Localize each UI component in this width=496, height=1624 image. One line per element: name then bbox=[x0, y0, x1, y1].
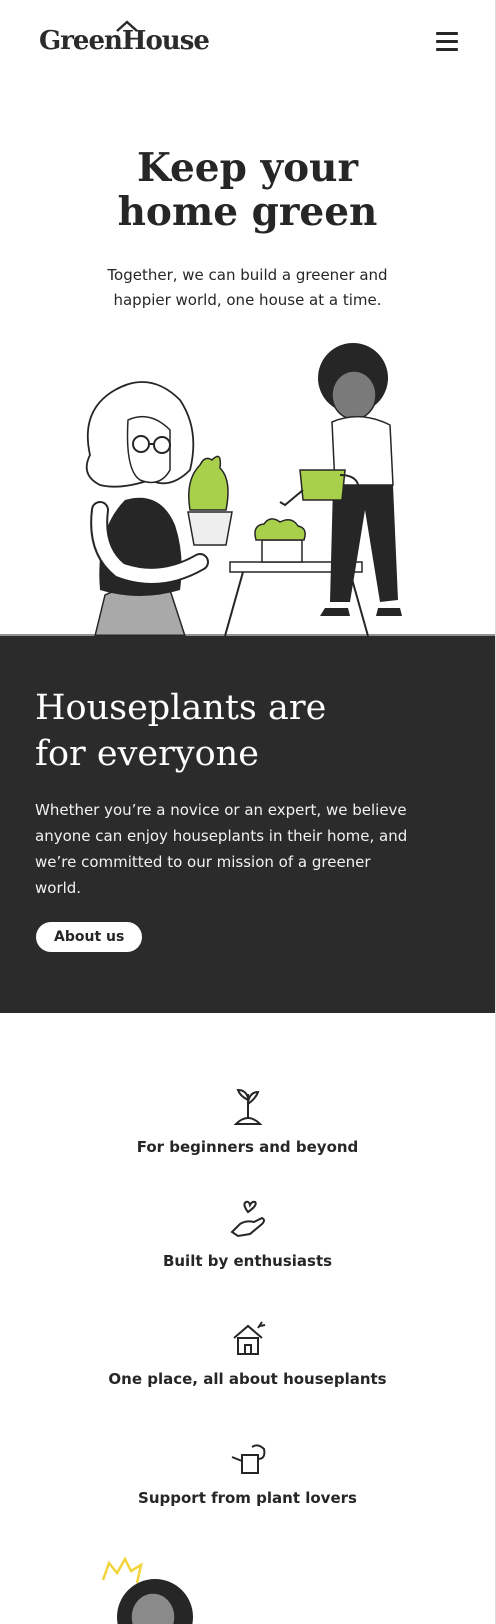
hero-subtitle-line2: happier world, one house at a time. bbox=[113, 291, 382, 309]
house-plant-icon bbox=[232, 1321, 265, 1355]
hero-title-line2: home green bbox=[117, 189, 378, 235]
watering-can-icon bbox=[231, 1444, 265, 1474]
hero-illustration bbox=[0, 343, 495, 636]
about-body: Whether you’re a novice or an expert, we… bbox=[35, 801, 408, 897]
heart-hand-icon bbox=[229, 1200, 265, 1238]
hero-subtitle-line1: Together, we can build a greener and bbox=[107, 266, 388, 284]
feature-label: One place, all about houseplants bbox=[108, 1370, 387, 1388]
hero-title-line1: Keep your bbox=[136, 145, 359, 191]
feature-beginners: For beginners and beyond bbox=[0, 1084, 495, 1156]
page: GreenHouse Keep your home green Together… bbox=[0, 0, 496, 1624]
feature-label: Built by enthusiasts bbox=[162, 1252, 333, 1270]
footer-illustration bbox=[101, 1556, 193, 1624]
feature-label: Support from plant lovers bbox=[138, 1489, 357, 1507]
feature-label: For beginners and beyond bbox=[136, 1138, 359, 1156]
about-title: Houseplants are for everyone bbox=[35, 688, 327, 774]
hero-subtitle: Together, we can build a greener and hap… bbox=[80, 263, 415, 313]
about-section: Houseplants are for everyone Whether you… bbox=[0, 636, 495, 1013]
feature-enthusiasts: Built by enthusiasts bbox=[0, 1198, 495, 1270]
sprout-icon bbox=[233, 1088, 262, 1125]
feature-support: Support from plant lovers bbox=[0, 1435, 495, 1507]
about-us-button[interactable]: About us bbox=[36, 922, 143, 952]
logo-roof-icon bbox=[116, 20, 138, 32]
hero-title: Keep your home green bbox=[0, 146, 495, 234]
logo[interactable]: GreenHouse bbox=[39, 20, 210, 56]
feature-one-place: One place, all about houseplants bbox=[0, 1316, 495, 1388]
hamburger-menu-icon[interactable] bbox=[436, 32, 458, 52]
